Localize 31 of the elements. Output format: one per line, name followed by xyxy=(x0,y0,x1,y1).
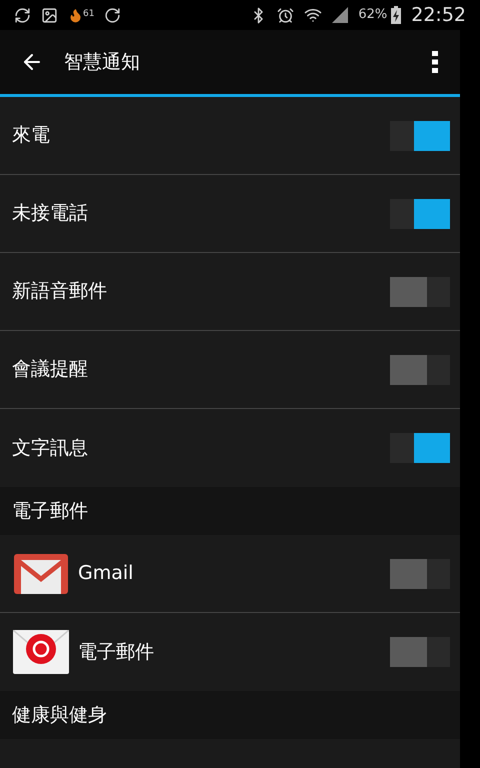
toggle-switch[interactable] xyxy=(390,558,450,588)
notification-count: 61 xyxy=(83,8,94,20)
setting-label: 未接電話 xyxy=(12,201,89,226)
wifi-icon xyxy=(304,6,322,24)
sync-icon xyxy=(14,6,31,24)
rotate-icon xyxy=(104,6,122,24)
setting-label: 新語音郵件 xyxy=(12,279,108,304)
toggle-switch[interactable] xyxy=(390,354,450,384)
clock: 22:52 xyxy=(411,2,466,28)
setting-label: 文字訊息 xyxy=(12,436,89,461)
alarm-icon xyxy=(277,6,294,24)
setting-label: 會議提醒 xyxy=(12,357,89,382)
toggle-switch[interactable] xyxy=(390,120,450,150)
app-bar-title: 智慧通知 xyxy=(64,50,141,75)
toggle-switch[interactable] xyxy=(390,433,450,463)
section-header: 電子郵件 xyxy=(0,487,460,535)
battery-icon xyxy=(391,6,402,24)
setting-label: Gmail xyxy=(78,561,134,586)
envelope-icon xyxy=(14,554,68,594)
section-header: 健康與健身 xyxy=(0,691,460,739)
toggle-switch[interactable] xyxy=(390,637,450,667)
setting-label: 電子郵件 xyxy=(78,640,155,665)
toggle-switch[interactable] xyxy=(390,276,450,306)
setting-label: 來電 xyxy=(12,123,51,148)
more-icon xyxy=(432,51,438,73)
toggle-switch[interactable] xyxy=(390,198,450,228)
flame-icon xyxy=(68,8,83,22)
signal-icon xyxy=(332,7,348,23)
battery-percent: 62% xyxy=(358,6,388,24)
image-icon xyxy=(41,6,58,24)
envelope-icon xyxy=(13,630,69,674)
